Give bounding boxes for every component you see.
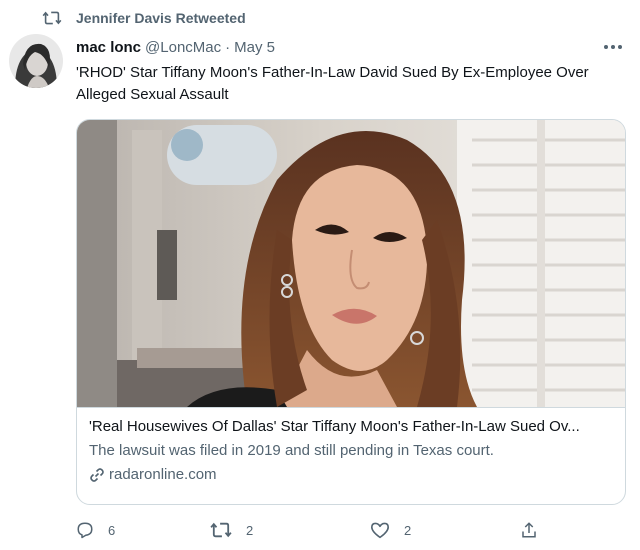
tweet-header: mac lonc @LoncMac · May 5 (76, 36, 275, 58)
retweet-icon (210, 522, 232, 538)
reply-button[interactable]: 6 (76, 518, 115, 542)
card-title[interactable]: 'Real Housewives Of Dallas' Star Tiffany… (89, 416, 617, 437)
heart-icon (371, 522, 389, 539)
link-card[interactable]: 'Real Housewives Of Dallas' Star Tiffany… (76, 119, 626, 505)
retweet-count: 2 (246, 522, 254, 538)
tweet-date[interactable]: May 5 (234, 39, 275, 56)
tweet-actions: 6 2 2 (76, 518, 546, 542)
card-image[interactable] (77, 120, 625, 408)
separator-dot: · (225, 38, 231, 56)
card-domain-label: radaronline.com (109, 466, 217, 483)
reply-count: 6 (108, 522, 116, 538)
avatar[interactable] (9, 34, 63, 88)
retweet-button[interactable]: 2 (210, 518, 253, 542)
more-icon (604, 45, 622, 49)
card-body[interactable]: 'Real Housewives Of Dallas' Star Tiffany… (89, 416, 617, 485)
tweet-text: 'RHOD' Star Tiffany Moon's Father-In-Law… (76, 64, 589, 103)
like-button[interactable]: 2 (370, 518, 411, 542)
author-handle[interactable]: @LoncMac (145, 39, 221, 56)
retweeted-by-label[interactable]: Jennifer Davis Retweeted (76, 10, 246, 26)
card-domain[interactable]: radaronline.com (89, 464, 617, 485)
share-icon (522, 522, 536, 538)
card-description: The lawsuit was filed in 2019 and still … (89, 442, 494, 459)
retweet-context[interactable]: Jennifer Davis Retweeted (42, 8, 246, 28)
like-count: 2 (404, 522, 412, 538)
share-button[interactable] (520, 518, 552, 542)
link-icon (90, 467, 104, 482)
more-options-button[interactable] (602, 38, 624, 56)
retweet-icon (42, 11, 62, 25)
reply-icon (77, 522, 93, 539)
author-name[interactable]: mac lonc (76, 39, 141, 56)
